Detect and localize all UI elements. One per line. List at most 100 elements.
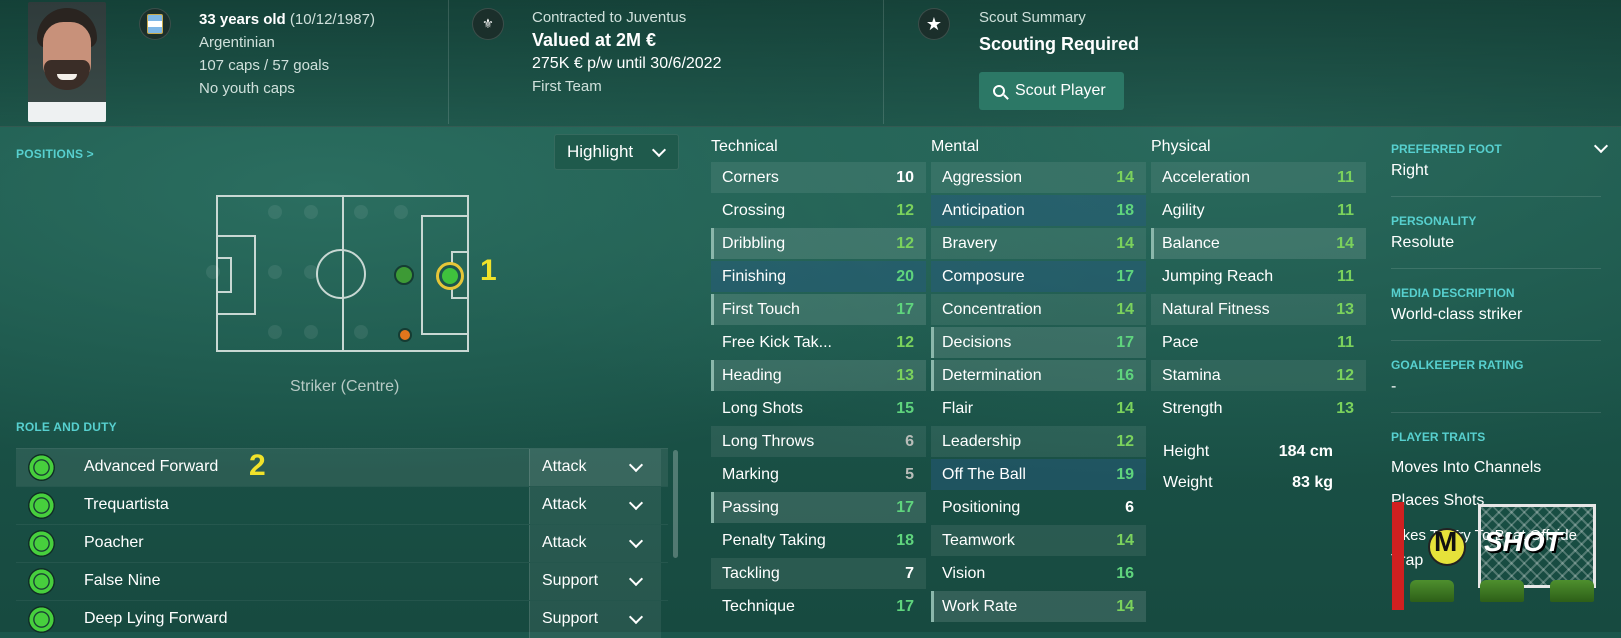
attribute-value: 14	[1116, 532, 1134, 549]
attribute-value: 18	[1116, 202, 1134, 219]
attribute-name: Marking	[722, 466, 779, 483]
role-row[interactable]: Poacher Attack	[16, 524, 668, 562]
duty-dropdown[interactable]: Attack	[529, 449, 661, 486]
attribute-name: Technique	[722, 598, 795, 615]
role-suitability-icon	[28, 454, 55, 481]
highlight-dropdown[interactable]: Highlight	[554, 134, 679, 170]
attribute-name: Corners	[722, 169, 779, 186]
attribute-row: Vision 16	[931, 558, 1146, 589]
media-description-value: World-class striker	[1391, 306, 1523, 323]
role-row[interactable]: False Nine Support	[16, 562, 668, 600]
duty-dropdown[interactable]: Attack	[529, 525, 661, 562]
attribute-row: Free Kick Tak... 12	[711, 327, 926, 358]
role-name: Trequartista	[84, 496, 169, 513]
attribute-row: Concentration 14	[931, 294, 1146, 325]
attribute-name: Anticipation	[942, 202, 1025, 219]
attribute-name: Jumping Reach	[1162, 268, 1274, 285]
player-age: 33 years old	[199, 11, 286, 28]
attribute-name: Crossing	[722, 202, 786, 219]
attribute-value: 14	[1116, 169, 1134, 186]
attribute-row: Anticipation 18	[931, 195, 1146, 226]
attribute-value: 12	[1336, 367, 1354, 384]
goalkeeper-rating-value: -	[1391, 378, 1397, 395]
player-photo	[28, 2, 106, 122]
role-name: Poacher	[84, 534, 144, 551]
attribute-row: First Touch 17	[711, 294, 926, 325]
weight-value: 83 kg	[1292, 474, 1333, 491]
attribute-value: 14	[1116, 235, 1134, 252]
attribute-row: Composure 17	[931, 261, 1146, 292]
contract-info: Contracted to Juventus Valued at 2M € 27…	[532, 6, 721, 98]
duty-label: Support	[542, 610, 599, 627]
header-divider	[883, 0, 884, 124]
scout-summary-label: Scout Summary	[979, 9, 1086, 26]
attribute-value: 17	[896, 598, 914, 615]
role-suitability-icon	[28, 492, 55, 519]
player-trait: Moves Into Channels	[1391, 459, 1542, 476]
attribute-name: Determination	[942, 367, 1042, 384]
annotation-number-1: 1	[480, 254, 497, 287]
role-row[interactable]: Advanced Forward 2 Attack	[16, 448, 668, 486]
preferred-foot-label: PREFERRED FOOT	[1391, 142, 1502, 156]
attribute-value: 13	[1336, 400, 1354, 417]
contract-label: Contracted to Juventus	[532, 9, 687, 26]
role-row[interactable]: Trequartista Attack	[16, 486, 668, 524]
divider	[1391, 268, 1601, 269]
attribute-row: Stamina 12	[1151, 360, 1366, 391]
attribute-value: 12	[1116, 433, 1134, 450]
attribute-value: 6	[1125, 499, 1134, 516]
attribute-name: Composure	[942, 268, 1025, 285]
scout-player-button[interactable]: Scout Player	[979, 72, 1124, 110]
attribute-name: Penalty Taking	[722, 532, 826, 549]
position-marker-striker	[436, 262, 464, 290]
duty-label: Attack	[542, 496, 587, 513]
position-name: Striker (Centre)	[290, 378, 400, 395]
attribute-row: Marking 5	[711, 459, 926, 490]
attribute-name: Long Shots	[722, 400, 803, 417]
attribute-value: 14	[1116, 400, 1134, 417]
role-suitability-icon	[28, 530, 55, 557]
attribute-name: Off The Ball	[942, 466, 1026, 483]
player-bio: 33 years old (10/12/1987) Argentinian 10…	[199, 8, 375, 100]
chevron-down-icon	[628, 495, 644, 511]
attribute-value: 15	[896, 400, 914, 417]
duty-dropdown[interactable]: Support	[529, 601, 661, 638]
attribute-value: 5	[905, 466, 914, 483]
goalkeeper-rating-label: GOALKEEPER RATING	[1391, 358, 1524, 372]
roles-scrollbar[interactable]	[673, 450, 678, 558]
argentina-flag-icon	[139, 8, 171, 40]
player-squad: First Team	[532, 78, 602, 95]
duty-dropdown[interactable]: Support	[529, 563, 661, 600]
role-row[interactable]: Deep Lying Forward Support	[16, 600, 668, 638]
height-label: Height	[1163, 443, 1210, 460]
attribute-name: Acceleration	[1162, 169, 1251, 186]
attribute-name: Decisions	[942, 334, 1012, 351]
attribute-name: Heading	[722, 367, 782, 384]
attribute-name: Flair	[942, 400, 974, 417]
attribute-value: 13	[1336, 301, 1354, 318]
attribute-value: 11	[1337, 268, 1354, 285]
attribute-row: Work Rate 14	[931, 591, 1146, 622]
attribute-row: Bravery 14	[931, 228, 1146, 259]
logo-text: M	[1434, 526, 1458, 557]
duty-dropdown[interactable]: Attack	[529, 487, 661, 524]
personality-value: Resolute	[1391, 234, 1455, 251]
attribute-row: Strength 13	[1151, 393, 1366, 424]
attribute-value: 11	[1337, 334, 1354, 351]
attribute-row: Determination 16	[931, 360, 1146, 391]
logo-text: SHOT	[1484, 526, 1562, 557]
technical-attributes: Corners 10 Crossing 12 Dribbling 12 Finishi…	[711, 162, 926, 624]
attribute-name: First Touch	[722, 301, 800, 318]
attribute-value: 17	[1116, 334, 1134, 351]
position-pitch	[206, 195, 469, 352]
duty-label: Attack	[542, 458, 587, 475]
attribute-row: Balance 14	[1151, 228, 1366, 259]
role-suitability-icon	[28, 606, 55, 633]
star-icon: ★	[918, 8, 950, 40]
attribute-row: Decisions 17	[931, 327, 1146, 358]
positions-link[interactable]: POSITIONS >	[16, 147, 94, 161]
attribute-value: 14	[1116, 598, 1134, 615]
attribute-row: Aggression 14	[931, 162, 1146, 193]
attribute-value: 17	[896, 499, 914, 516]
scout-player-label: Scout Player	[1015, 82, 1106, 99]
